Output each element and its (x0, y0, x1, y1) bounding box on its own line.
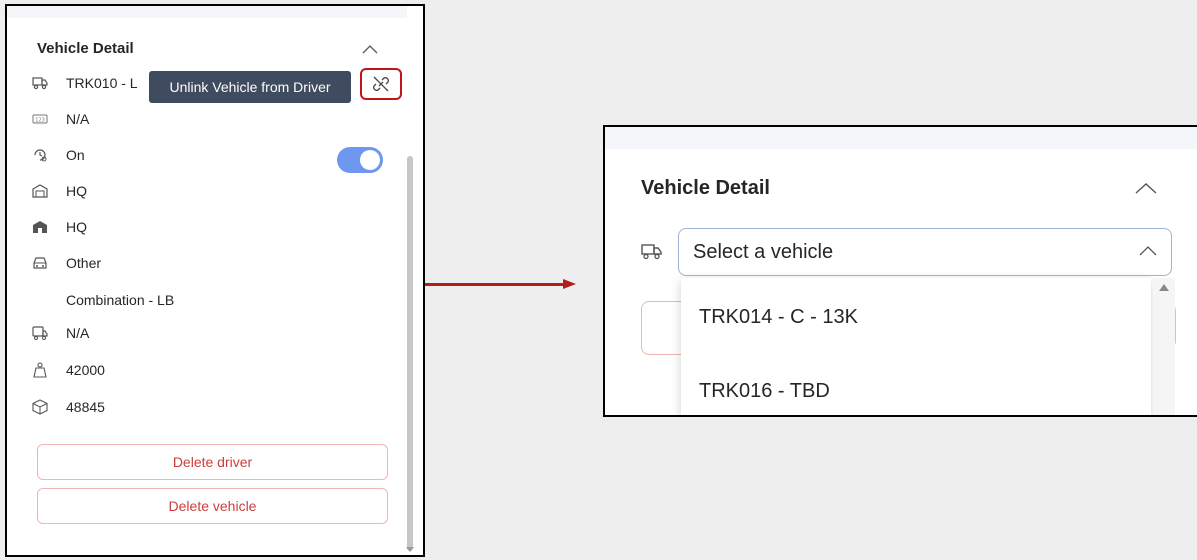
weight-row: 42000 (32, 359, 105, 381)
select-placeholder: Select a vehicle (693, 241, 834, 263)
vehicle-type-value: Other (66, 255, 102, 271)
trailer-truck-icon (32, 325, 48, 341)
plate-value: N/A (66, 111, 90, 127)
vehicle-dropdown-list: TRK014 - C - 13K TRK016 - TBD (681, 278, 1151, 415)
truck-icon (641, 244, 662, 260)
link-off-icon (373, 76, 389, 92)
chevron-up-icon[interactable] (362, 44, 378, 54)
capacity-value: 48845 (66, 399, 105, 415)
toggle-knob (360, 150, 380, 170)
trailer-row: N/A (32, 322, 89, 344)
tracking-row: On (32, 144, 85, 166)
combination-row: Combination - LB (32, 289, 174, 311)
combination-value: Combination - LB (66, 292, 175, 308)
tracking-toggle[interactable] (337, 147, 383, 173)
number-plate-icon: 123 (32, 111, 48, 127)
truck-icon (32, 75, 48, 91)
plate-row: 123 N/A (32, 108, 89, 130)
panel-top-strip (605, 127, 1197, 149)
history-settings-icon (32, 147, 48, 163)
unlink-vehicle-button[interactable] (360, 68, 402, 100)
chevron-up-icon[interactable] (1134, 181, 1158, 195)
garage-value: HQ (66, 183, 87, 199)
weight-value: 42000 (66, 362, 105, 378)
trailer-value: N/A (66, 325, 90, 341)
home-base-row: HQ (32, 216, 87, 238)
dropdown-option[interactable]: TRK014 - C - 13K (699, 306, 858, 329)
vehicle-type-row: Other (32, 252, 101, 274)
scroll-up-arrow-icon[interactable] (1159, 284, 1169, 291)
home-base-value: HQ (66, 219, 87, 235)
capacity-row: 48845 (32, 396, 105, 418)
panel-title: Vehicle Detail (641, 177, 770, 199)
vehicle-name-row: TRK010 - L (32, 72, 138, 94)
scrollbar-thumb[interactable] (407, 156, 413, 551)
vehicle-detail-panel-left: Vehicle Detail TRK010 - L 123 N/A On HQ (5, 4, 425, 557)
arrow-head-icon (563, 279, 576, 289)
dropdown-scrollbar[interactable] (1153, 278, 1175, 415)
vehicle-name: TRK010 - L (66, 75, 138, 91)
svg-text:123: 123 (35, 118, 45, 124)
scroll-down-arrow-icon[interactable] (406, 547, 414, 552)
package-icon (32, 399, 48, 415)
dropdown-option[interactable]: TRK016 - TBD (699, 380, 830, 403)
panel-top-strip (7, 6, 407, 18)
weight-icon (32, 362, 48, 378)
delete-driver-button[interactable]: Delete driver (37, 444, 388, 480)
vehicle-select[interactable]: Select a vehicle (678, 228, 1172, 276)
chevron-up-icon (1139, 246, 1157, 256)
home-base-icon (32, 219, 48, 235)
blank-icon-slot (32, 292, 48, 308)
delete-vehicle-button[interactable]: Delete vehicle (37, 488, 388, 524)
vehicle-detail-panel-right: Vehicle Detail Select a vehicle TRK014 -… (603, 125, 1197, 417)
connector-arrow-line (425, 283, 565, 286)
car-icon (32, 255, 48, 271)
garage-row: HQ (32, 180, 87, 202)
unlink-tooltip: Unlink Vehicle from Driver (149, 71, 351, 103)
tracking-value: On (66, 147, 85, 163)
garage-icon (32, 183, 48, 199)
panel-title: Vehicle Detail (37, 40, 134, 57)
